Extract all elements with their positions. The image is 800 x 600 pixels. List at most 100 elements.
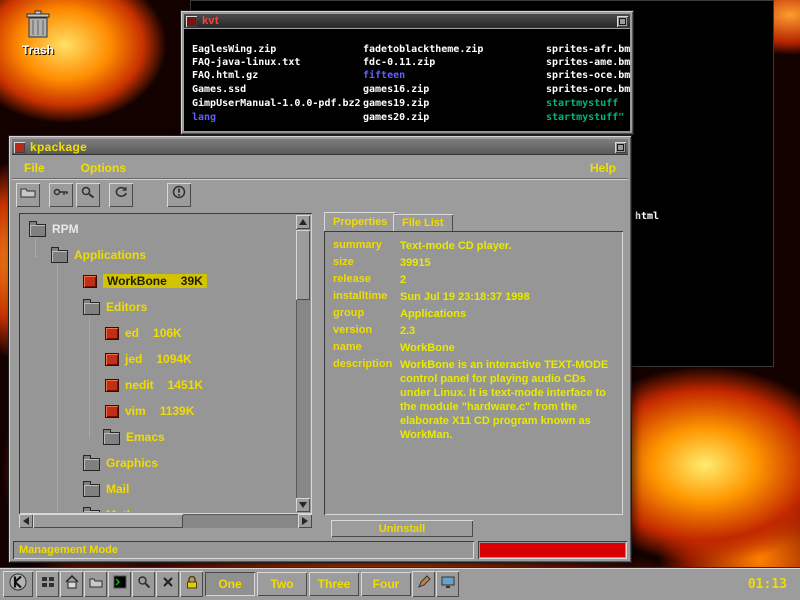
menu-help[interactable]: Help	[590, 161, 616, 175]
window-menu-button[interactable]	[14, 142, 25, 153]
directory-name: fifteen	[363, 70, 405, 81]
folder-icon	[83, 302, 100, 315]
kvt-titlebar[interactable]: kvt	[184, 14, 630, 28]
info-button[interactable]	[167, 183, 191, 207]
property-label: size	[333, 256, 397, 268]
directory-name: lang	[192, 112, 216, 123]
folder-icon	[103, 432, 120, 445]
desktop-button-two[interactable]: Two	[257, 572, 307, 596]
key-icon	[53, 185, 69, 204]
tree-item-editors[interactable]: Editors	[83, 297, 147, 317]
open-folder-icon	[20, 185, 36, 204]
window-list-button[interactable]	[36, 571, 59, 597]
find-button[interactable]	[132, 571, 155, 597]
terminal-row: EaglesWing.zip fadetoblacktheme.zip spri…	[184, 44, 630, 57]
scrollbar-thumb[interactable]	[33, 514, 183, 528]
trash-label: Trash	[12, 43, 64, 57]
tree-item-workbone-selected[interactable]: WorkBone39K	[83, 271, 207, 291]
status-message: Management Mode	[13, 541, 474, 559]
terminal-button[interactable]	[108, 571, 131, 597]
tab-properties[interactable]: Properties	[324, 212, 396, 232]
property-label: description	[333, 358, 397, 370]
scrollbar-thumb[interactable]	[296, 230, 310, 300]
file-name: fdc-0.11.zip	[363, 57, 435, 68]
tree-item-jed[interactable]: jed1094K	[105, 349, 192, 369]
brush-icon	[417, 575, 431, 594]
grid-icon	[41, 575, 55, 594]
desktop-button-four[interactable]: Four	[361, 572, 411, 596]
package-tree-panel: RPM Applications WorkBone39K Editors ed1…	[19, 213, 312, 514]
folder-icon	[83, 510, 100, 512]
scroll-left-button[interactable]	[19, 514, 33, 528]
folder-icon	[83, 484, 100, 497]
tree-vertical-scrollbar[interactable]	[296, 215, 310, 512]
desktop-button-three[interactable]: Three	[309, 572, 359, 596]
find-package-button[interactable]	[49, 183, 73, 207]
window-title: kpackage	[30, 140, 87, 154]
terminal-row: lang games20.zip startmystuff"	[184, 112, 630, 125]
package-icon	[83, 275, 97, 288]
refresh-icon	[113, 185, 129, 204]
scroll-down-button[interactable]	[296, 498, 310, 512]
terminal-content[interactable]: EaglesWing.zip fadetoblacktheme.zip spri…	[184, 29, 630, 131]
uninstall-button[interactable]: Uninstall	[331, 520, 473, 537]
tree-item-nedit[interactable]: nedit1451K	[105, 375, 203, 395]
maximize-button[interactable]	[615, 142, 626, 153]
tree-item-ed[interactable]: ed106K	[105, 323, 182, 343]
k-menu-button[interactable]	[3, 571, 33, 597]
scroll-up-button[interactable]	[296, 215, 310, 229]
kpackage-window: kpackage File Options Help	[8, 135, 632, 563]
find-file-button[interactable]	[76, 183, 100, 207]
tree-horizontal-scrollbar[interactable]	[19, 514, 312, 528]
property-label: release	[333, 273, 397, 285]
kill-window-button[interactable]	[156, 571, 179, 597]
property-value: WorkBone is an interactive TEXT-MODE con…	[400, 358, 614, 442]
tab-file-list[interactable]: File List	[393, 214, 453, 232]
status-bar: Management Mode	[12, 540, 628, 560]
menu-options[interactable]: Options	[81, 161, 126, 175]
file-name: games16.zip	[363, 84, 429, 95]
toolbar	[12, 178, 628, 210]
property-label: summary	[333, 239, 397, 251]
tree-item-emacs[interactable]: Emacs	[103, 427, 165, 447]
trash-can-icon	[25, 29, 51, 43]
folder-icon	[89, 575, 103, 593]
open-button[interactable]	[16, 183, 40, 207]
tree-item-math[interactable]: Math	[83, 505, 134, 512]
property-value: Applications	[400, 307, 614, 321]
package-icon	[105, 327, 119, 340]
tree-item-mail[interactable]: Mail	[83, 479, 129, 499]
tree-item-rpm[interactable]: RPM	[29, 219, 79, 239]
window-menu-button[interactable]	[186, 16, 197, 27]
padlock-icon	[186, 575, 198, 594]
desktop-button-one[interactable]: One	[205, 572, 255, 596]
maximize-button[interactable]	[617, 16, 628, 27]
tree-guide-line	[57, 257, 58, 512]
file-name: sprites-afr.bmp	[546, 44, 630, 55]
scroll-right-button[interactable]	[298, 514, 312, 528]
home-button[interactable]	[60, 571, 83, 597]
tree-item-applications[interactable]: Applications	[51, 245, 146, 265]
file-name: sprites-ame.bmp	[546, 57, 630, 68]
executable-name: startmystuff	[546, 98, 618, 109]
paint-tool-button[interactable]	[412, 571, 435, 597]
tree-item-graphics[interactable]: Graphics	[83, 453, 158, 473]
lock-screen-button[interactable]	[180, 571, 203, 597]
file-name: games19.zip	[363, 98, 429, 109]
tree-item-vim[interactable]: vim1139K	[105, 401, 194, 421]
menu-file[interactable]: File	[24, 161, 45, 175]
package-tree[interactable]: RPM Applications WorkBone39K Editors ed1…	[21, 215, 296, 512]
reload-button[interactable]	[109, 183, 133, 207]
file-name: fadetoblacktheme.zip	[363, 44, 483, 55]
file-name: sprites-ore.bmp	[546, 84, 630, 95]
display-settings-button[interactable]	[436, 571, 459, 597]
home-icon	[65, 575, 79, 594]
kpackage-titlebar[interactable]: kpackage	[12, 139, 628, 155]
terminal-row: Games.ssd games16.zip sprites-ore.bmp	[184, 84, 630, 97]
file-name: FAQ.html.gz	[192, 70, 258, 81]
property-label: installtime	[333, 290, 397, 302]
k-logo-icon	[9, 573, 27, 596]
file-manager-button[interactable]	[84, 571, 107, 597]
trash-desktop-icon[interactable]: Trash	[12, 10, 64, 57]
info-icon	[171, 185, 187, 204]
